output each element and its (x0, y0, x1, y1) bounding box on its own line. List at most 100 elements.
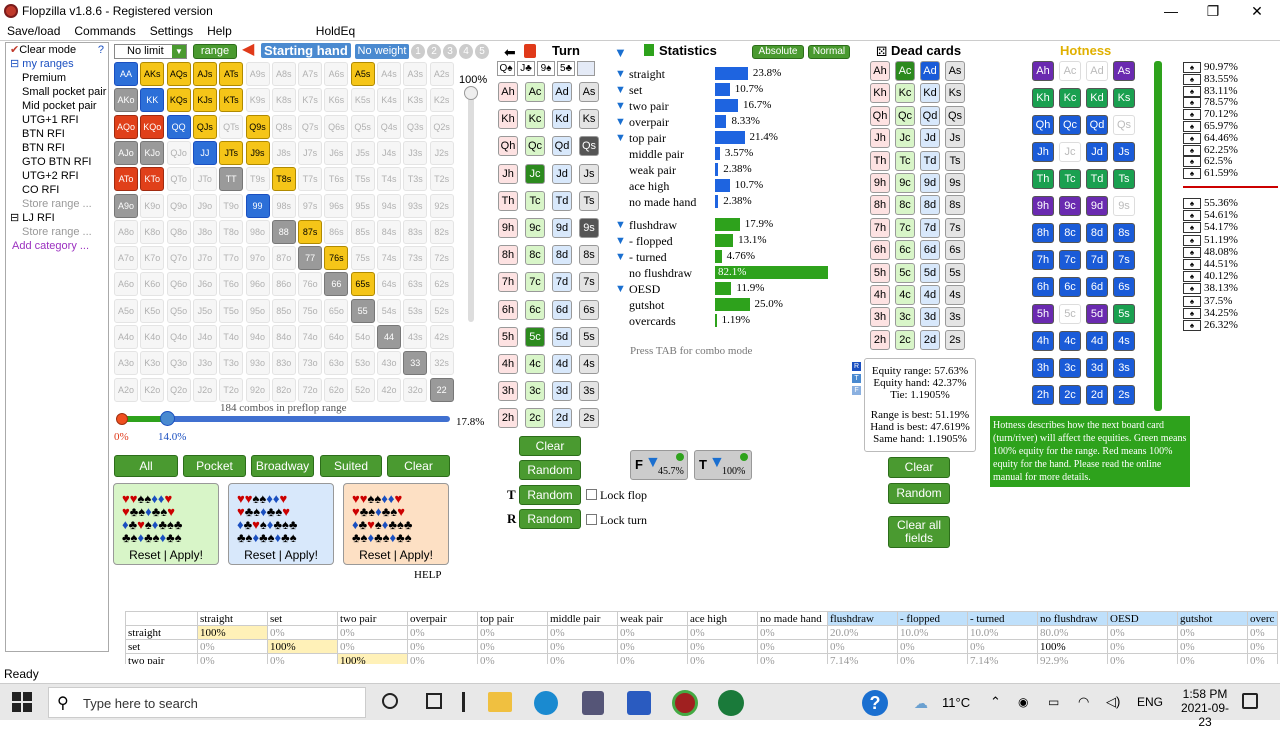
hand-cell[interactable]: J6o (192, 272, 217, 297)
hand-cell[interactable]: 73s (403, 246, 428, 271)
hand-cell[interactable]: K4o (140, 325, 165, 349)
hand-cell[interactable]: 54o (350, 325, 375, 349)
hand-cell[interactable]: TT (219, 167, 244, 192)
hand-equity-row[interactable]: ♠ 34.25% (1183, 307, 1238, 320)
hand-cell[interactable]: 32o (403, 377, 428, 402)
normal-button[interactable]: Normal (808, 45, 850, 59)
suited-button[interactable]: Suited (320, 455, 382, 477)
board-card[interactable]: Qd (552, 136, 572, 157)
hotness-card[interactable]: 5d (1086, 304, 1108, 324)
hand-cell[interactable]: 62o (324, 377, 349, 402)
dead-card[interactable]: 8s (945, 195, 965, 216)
hand-cell[interactable]: T5s (350, 167, 375, 192)
hand-cell[interactable]: 73o (298, 351, 323, 376)
hand-cell[interactable]: Q6o (166, 272, 191, 297)
hand-cell[interactable]: 95s (350, 193, 375, 218)
hand-cell[interactable]: A9o (114, 193, 138, 218)
hand-cell[interactable]: 43s (403, 325, 428, 349)
hand-cell[interactable]: Q4o (166, 325, 191, 349)
language-indicator[interactable]: ENG (1137, 695, 1163, 709)
dead-card[interactable]: Kh (870, 83, 890, 104)
hand-cell[interactable]: K9o (140, 193, 165, 218)
board-card[interactable]: 6s (579, 299, 599, 320)
hand-cell[interactable]: A5s (350, 62, 375, 86)
category-my-ranges[interactable]: ⊟ my ranges (6, 57, 108, 71)
clear-mode-label[interactable]: ✔Clear mode (10, 43, 76, 57)
hand-cell[interactable]: A2o (114, 377, 138, 402)
dead-card[interactable]: Jc (895, 128, 915, 149)
hand-cell[interactable]: T7o (219, 246, 244, 271)
range-item[interactable]: UTG+1 RFI (6, 113, 108, 127)
board-card[interactable]: 2d (552, 408, 572, 429)
stat-label[interactable]: ▼ - flopped (614, 233, 673, 249)
weight-button[interactable]: 2 (427, 44, 441, 59)
hand-cell[interactable]: T3s (403, 167, 428, 192)
dead-card[interactable]: Ac (895, 61, 915, 81)
hand-cell[interactable]: 53o (350, 351, 375, 376)
file-explorer-icon[interactable] (488, 692, 512, 712)
board-card[interactable]: 2c (525, 408, 545, 429)
hand-cell[interactable]: K7s (298, 88, 323, 113)
hand-cell[interactable]: 77 (298, 246, 323, 271)
hand-cell[interactable]: A7s (298, 62, 323, 86)
dead-card[interactable]: 4d (920, 285, 940, 305)
hand-cell[interactable]: 76s (324, 246, 349, 271)
hand-cell[interactable]: 33 (403, 351, 428, 376)
board-card[interactable]: Td (552, 190, 572, 211)
hand-cell[interactable]: 52s (429, 298, 454, 323)
hotness-card[interactable]: 3h (1032, 358, 1054, 378)
edge-icon[interactable] (534, 691, 558, 715)
hand-cell[interactable]: 76o (298, 272, 323, 297)
range-item[interactable]: Premium (6, 71, 108, 85)
clear-range-button[interactable]: Clear (387, 455, 450, 477)
help-link[interactable]: HELP (414, 569, 442, 581)
hand-cell[interactable]: 94s (377, 193, 401, 218)
hotness-card[interactable]: 4d (1086, 331, 1108, 351)
hand-cell[interactable]: T2s (429, 167, 454, 192)
hotness-card[interactable]: Qd (1086, 115, 1108, 135)
store-range-link[interactable]: Store range ... (6, 225, 108, 239)
board-card[interactable]: 8h (498, 245, 518, 266)
hand-cell[interactable]: A4s (377, 62, 401, 86)
windows-start-icon[interactable] (12, 692, 32, 712)
hand-cell[interactable]: K5o (140, 298, 165, 323)
table-header[interactable]: top pair (477, 611, 548, 626)
hand-cell[interactable]: Q8o (166, 219, 191, 244)
add-category-link[interactable]: Add category ... (6, 239, 108, 253)
hand-cell[interactable]: 74s (377, 246, 401, 271)
board-card[interactable]: 8s (579, 245, 599, 266)
hand-cell[interactable]: K4s (377, 88, 401, 113)
taskbar-search[interactable]: ⚲ Type here to search (48, 687, 366, 718)
hand-cell[interactable]: KTo (140, 167, 165, 192)
hand-cell[interactable]: 97o (245, 246, 270, 271)
minimize-icon[interactable]: — (1148, 0, 1194, 22)
hand-cell[interactable]: T9o (219, 193, 244, 218)
suit-filter-green[interactable]: ♥♥♠♠♦♦♥ ♥♣♠♦♣♠♥ ♦♣♥♠♦♣♠♣ ♣♠♦♣♠♦♣♠ Reset | A… (113, 483, 219, 565)
no-weight-button[interactable]: No weight (355, 44, 409, 59)
table-header[interactable]: flushdraw (827, 611, 898, 626)
apply-link[interactable]: Apply! (170, 548, 203, 562)
board-card[interactable]: 3c (525, 381, 545, 402)
hotness-card[interactable]: 2d (1086, 385, 1108, 405)
hand-cell[interactable]: AKs (140, 62, 165, 86)
hand-cell[interactable]: A7o (114, 246, 138, 271)
filter-funnel-icon[interactable]: ▼ (615, 249, 626, 265)
hand-cell[interactable]: K3o (140, 351, 165, 376)
hand-cell[interactable]: K5s (350, 88, 375, 113)
hand-cell[interactable]: T4o (219, 325, 244, 349)
lock-flop-checkbox[interactable] (586, 489, 597, 500)
dead-card[interactable]: 5c (895, 262, 915, 283)
board-card-q-spade[interactable]: Q♠ (497, 61, 515, 76)
board-card[interactable]: Qs (579, 136, 599, 157)
hotness-card[interactable]: Ah (1032, 61, 1054, 81)
weight-button[interactable]: 4 (459, 44, 473, 59)
hand-cell[interactable]: AJs (192, 62, 217, 86)
hand-cell[interactable]: K3s (403, 88, 428, 113)
table-header[interactable]: middle pair (547, 611, 618, 626)
stat-label[interactable]: ▼ top pair (614, 130, 666, 146)
hotness-card[interactable]: 6d (1086, 277, 1108, 297)
hand-cell[interactable]: 64o (324, 325, 349, 349)
board-card[interactable]: Jh (498, 163, 518, 184)
hand-cell[interactable]: JTo (192, 167, 217, 192)
weight-slider-thumb[interactable] (464, 86, 478, 100)
